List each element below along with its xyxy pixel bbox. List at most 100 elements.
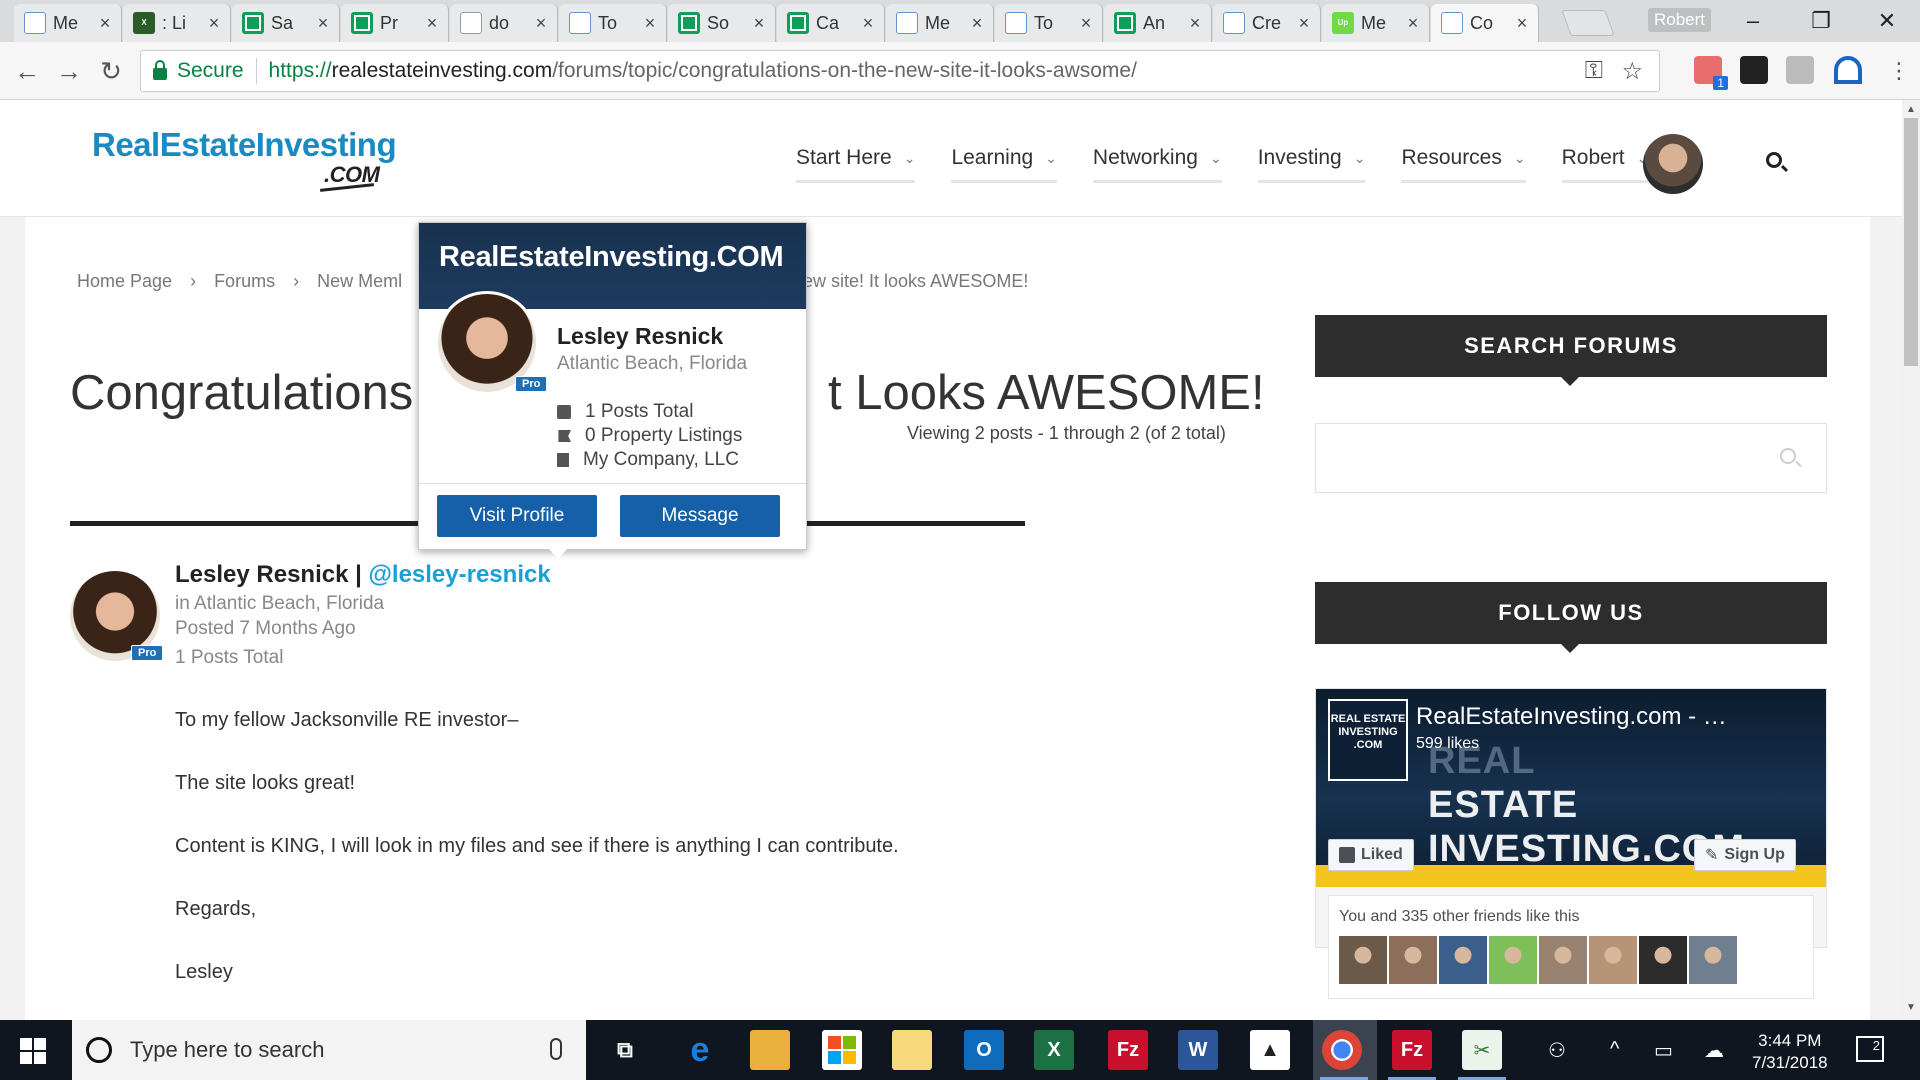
breadcrumb-link[interactable]: Home Page [77,271,172,292]
chrome-icon[interactable] [1322,1030,1362,1070]
browser-tab[interactable]: REI HOW To × [995,4,1103,42]
friend-avatar[interactable] [1589,936,1637,984]
tab-close-icon[interactable]: × [967,13,987,34]
close-window-icon[interactable]: ✕ [1872,6,1902,36]
restore-icon[interactable]: ❐ [1806,6,1836,36]
outlook-icon[interactable]: O [964,1030,1004,1070]
forum-search-icon[interactable] [1780,448,1796,464]
action-center-icon[interactable]: 2 [1856,1036,1884,1062]
friend-avatar[interactable] [1539,936,1587,984]
new-tab-button[interactable] [1561,10,1615,36]
tab-close-icon[interactable]: × [1403,13,1423,34]
facebook-page-logo[interactable]: REAL ESTATE INVESTING .COM [1328,699,1408,781]
microphone-icon[interactable] [550,1038,562,1060]
extension-icon[interactable]: 1 [1694,56,1728,90]
nav-item-learning[interactable]: Learning ⌄ [951,146,1057,183]
browser-tab[interactable]: Ca × [777,4,885,42]
file-explorer-icon[interactable] [750,1030,790,1070]
facebook-signup-button[interactable]: ✎ Sign Up [1694,839,1796,871]
browser-tab[interactable]: An × [1104,4,1212,42]
browser-tab[interactable]: X: Li × [123,4,231,42]
search-icon[interactable] [1766,152,1782,168]
onedrive-folder-icon[interactable] [892,1030,932,1070]
visit-profile-button[interactable]: Visit Profile [437,495,597,537]
pdf-extension-icon[interactable] [1786,56,1814,84]
breadcrumb-link[interactable]: Forums [214,271,275,292]
browser-tab[interactable]: REI HOW To × [559,4,667,42]
tab-close-icon[interactable]: × [1185,13,1205,34]
user-avatar[interactable] [1643,134,1703,194]
browser-tab[interactable]: REI HOW Cre × [1213,4,1321,42]
task-view-icon[interactable]: ⧉ [605,1030,645,1070]
site-logo[interactable]: RealEstateInvesting .COM [92,126,397,187]
minimize-icon[interactable]: – [1738,6,1768,36]
friend-avatar[interactable] [1639,936,1687,984]
battery-icon[interactable]: ▭ [1654,1038,1673,1063]
back-icon[interactable]: ← [10,54,44,88]
tab-close-icon[interactable]: × [640,13,660,34]
show-hidden-icons[interactable]: ^ [1610,1038,1619,1061]
onedrive-cloud-icon[interactable]: ☁ [1704,1038,1724,1063]
nav-item-networking[interactable]: Networking ⌄ [1092,146,1222,183]
windows-start-icon[interactable] [20,1038,46,1064]
word-icon[interactable]: W [1178,1030,1218,1070]
chrome-menu-icon[interactable]: ⋮ [1882,54,1916,88]
scroll-up-icon[interactable]: ▲ [1904,104,1918,118]
browser-tab[interactable]: do × [450,4,558,42]
key-icon[interactable]: ⚿ [1585,57,1603,85]
nav-item-robert[interactable]: Robert ⌄ [1561,146,1649,183]
profile-name[interactable]: Robert [1648,8,1712,32]
tab-close-icon[interactable]: × [858,13,878,34]
tab-close-icon[interactable]: × [749,13,769,34]
arc-extension-icon[interactable] [1834,56,1862,84]
people-icon[interactable]: ⚇ [1548,1038,1566,1063]
browser-tab[interactable]: REI HOW Me × [886,4,994,42]
scroll-down-icon[interactable]: ▼ [1904,1002,1918,1016]
nav-item-resources[interactable]: Resources ⌄ [1401,146,1526,183]
taskbar-clock[interactable]: 3:44 PM 7/31/2018 [1752,1030,1828,1074]
sniptool-icon[interactable]: ✂ [1462,1030,1502,1070]
tab-close-icon[interactable]: × [422,13,442,34]
friend-avatar[interactable] [1389,936,1437,984]
tab-close-icon[interactable]: × [531,13,551,34]
taskbar-search[interactable]: Type here to search [72,1020,586,1080]
friend-avatar[interactable] [1439,936,1487,984]
friend-avatar[interactable] [1489,936,1537,984]
browser-tab[interactable]: So × [668,4,776,42]
browser-tab[interactable]: REI HOW Me × [14,4,122,42]
tab-close-icon[interactable]: × [1294,13,1314,34]
facebook-cover[interactable]: REAL ESTATE INVESTING.COM REAL ESTATE IN… [1316,689,1826,887]
reload-icon[interactable]: ↻ [94,54,128,88]
browser-tab[interactable]: Sa × [232,4,340,42]
browser-tab[interactable]: Pr × [341,4,449,42]
address-bar[interactable]: Secure https://realestateinvesting.com/f… [140,50,1660,92]
browser-tab[interactable]: Up Me × [1322,4,1430,42]
tab-close-icon[interactable]: × [204,13,224,34]
filezilla-icon[interactable]: Fz [1108,1030,1148,1070]
friend-avatar[interactable] [1689,936,1737,984]
facebook-liked-button[interactable]: Liked [1328,839,1414,871]
owl-extension-icon[interactable] [1740,56,1768,84]
forward-icon[interactable]: → [52,54,86,88]
forum-search-input[interactable] [1315,423,1827,493]
friend-avatar[interactable] [1339,936,1387,984]
author-name[interactable]: Lesley Resnick [175,561,348,588]
tab-close-icon[interactable]: × [1076,13,1096,34]
nav-item-investing[interactable]: Investing ⌄ [1257,146,1366,183]
excel-icon[interactable]: X [1034,1030,1074,1070]
nav-item-start-here[interactable]: Start Here ⌄ [796,146,916,183]
message-button[interactable]: Message [620,495,780,537]
tab-close-icon[interactable]: × [95,13,115,34]
photos-icon[interactable]: ▲ [1250,1030,1290,1070]
bookmark-star-icon[interactable]: ☆ [1621,57,1643,86]
browser-tab[interactable]: REI HOW Co × [1431,4,1539,42]
edge-icon[interactable]: e [680,1030,720,1070]
tab-close-icon[interactable]: × [313,13,333,34]
tab-close-icon[interactable]: × [1512,13,1532,34]
store-icon[interactable] [822,1030,862,1070]
filezilla-icon-2[interactable]: Fz [1392,1030,1432,1070]
scrollbar-thumb[interactable] [1904,118,1918,366]
breadcrumb-link[interactable]: New Meml [317,271,402,292]
author-handle[interactable]: @lesley-resnick [369,561,551,588]
facebook-page-name[interactable]: RealEstateInvesting.com - … [1416,703,1727,731]
